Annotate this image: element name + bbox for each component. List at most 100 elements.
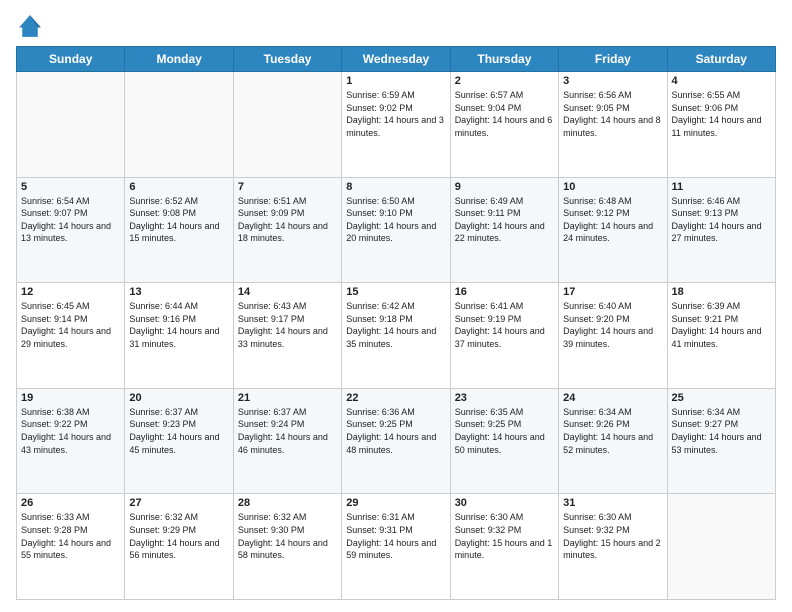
calendar-cell: 20 Sunrise: 6:37 AM Sunset: 9:23 PM Dayli…	[125, 388, 233, 494]
calendar-cell: 5Sunrise: 6:54 AM Sunset: 9:07 PM Daylig…	[17, 177, 125, 283]
calendar-week-5: 26Sunrise: 6:33 AM Sunset: 9:28 PM Dayli…	[17, 494, 776, 600]
cell-info: Sunrise: 6:55 AM Sunset: 9:06 PM Dayligh…	[672, 89, 771, 139]
calendar-week-3: 12 Sunrise: 6:45 AM Sunset: 9:14 PM Dayli…	[17, 283, 776, 389]
calendar-cell: 26Sunrise: 6:33 AM Sunset: 9:28 PM Dayli…	[17, 494, 125, 600]
cell-info: Sunrise: 6:34 AM Sunset: 9:26 PM Dayligh…	[563, 406, 662, 456]
calendar-cell	[667, 494, 775, 600]
calendar-cell: 7Sunrise: 6:51 AM Sunset: 9:09 PM Daylig…	[233, 177, 341, 283]
day-number: 6	[129, 181, 228, 193]
weekday-wednesday: Wednesday	[342, 47, 450, 72]
calendar-week-2: 5Sunrise: 6:54 AM Sunset: 9:07 PM Daylig…	[17, 177, 776, 283]
day-number: 28	[238, 497, 337, 509]
cell-info: Sunrise: 6:52 AM Sunset: 9:08 PM Dayligh…	[129, 195, 228, 245]
calendar-cell: 24Sunrise: 6:34 AM Sunset: 9:26 PM Dayli…	[559, 388, 667, 494]
calendar-cell: 14 Sunrise: 6:43 AM Sunset: 9:17 PM Dayli…	[233, 283, 341, 389]
day-number: 22	[346, 392, 445, 404]
day-number: 17	[563, 286, 662, 298]
weekday-monday: Monday	[125, 47, 233, 72]
calendar-cell: 10 Sunrise: 6:48 AM Sunset: 9:12 PM Dayli…	[559, 177, 667, 283]
calendar-cell: 13 Sunrise: 6:44 AM Sunset: 9:16 PM Dayli…	[125, 283, 233, 389]
calendar-table: SundayMondayTuesdayWednesdayThursdayFrid…	[16, 46, 776, 600]
calendar-cell: 25 Sunrise: 6:34 AM Sunset: 9:27 PM Dayli…	[667, 388, 775, 494]
day-number: 5	[21, 181, 120, 193]
day-number: 12	[21, 286, 120, 298]
cell-info: Sunrise: 6:51 AM Sunset: 9:09 PM Dayligh…	[238, 195, 337, 245]
day-number: 9	[455, 181, 554, 193]
cell-info: Sunrise: 6:45 AM Sunset: 9:14 PM Dayligh…	[21, 300, 120, 350]
cell-info: Sunrise: 6:44 AM Sunset: 9:16 PM Dayligh…	[129, 300, 228, 350]
day-number: 16	[455, 286, 554, 298]
cell-info: Sunrise: 6:57 AM Sunset: 9:04 PM Dayligh…	[455, 89, 554, 139]
day-number: 13	[129, 286, 228, 298]
cell-info: Sunrise: 6:59 AM Sunset: 9:02 PM Dayligh…	[346, 89, 445, 139]
day-number: 1	[346, 75, 445, 87]
cell-info: Sunrise: 6:41 AM Sunset: 9:19 PM Dayligh…	[455, 300, 554, 350]
day-number: 27	[129, 497, 228, 509]
calendar-cell: 23 Sunrise: 6:35 AM Sunset: 9:25 PM Dayli…	[450, 388, 558, 494]
day-number: 29	[346, 497, 445, 509]
calendar-week-4: 19 Sunrise: 6:38 AM Sunset: 9:22 PM Dayli…	[17, 388, 776, 494]
day-number: 21	[238, 392, 337, 404]
cell-info: Sunrise: 6:31 AM Sunset: 9:31 PM Dayligh…	[346, 511, 445, 561]
day-number: 4	[672, 75, 771, 87]
calendar-cell: 31Sunrise: 6:30 AM Sunset: 9:32 PM Dayli…	[559, 494, 667, 600]
day-number: 18	[672, 286, 771, 298]
cell-info: Sunrise: 6:32 AM Sunset: 9:29 PM Dayligh…	[129, 511, 228, 561]
cell-info: Sunrise: 6:36 AM Sunset: 9:25 PM Dayligh…	[346, 406, 445, 456]
page: SundayMondayTuesdayWednesdayThursdayFrid…	[0, 0, 792, 612]
calendar-cell: 18Sunrise: 6:39 AM Sunset: 9:21 PM Dayli…	[667, 283, 775, 389]
cell-info: Sunrise: 6:56 AM Sunset: 9:05 PM Dayligh…	[563, 89, 662, 139]
day-number: 8	[346, 181, 445, 193]
cell-info: Sunrise: 6:48 AM Sunset: 9:12 PM Dayligh…	[563, 195, 662, 245]
day-number: 10	[563, 181, 662, 193]
calendar-cell: 29 Sunrise: 6:31 AM Sunset: 9:31 PM Dayli…	[342, 494, 450, 600]
cell-info: Sunrise: 6:49 AM Sunset: 9:11 PM Dayligh…	[455, 195, 554, 245]
calendar-cell: 28 Sunrise: 6:32 AM Sunset: 9:30 PM Dayli…	[233, 494, 341, 600]
cell-info: Sunrise: 6:30 AM Sunset: 9:32 PM Dayligh…	[455, 511, 554, 561]
calendar-cell: 17 Sunrise: 6:40 AM Sunset: 9:20 PM Dayli…	[559, 283, 667, 389]
day-number: 11	[672, 181, 771, 193]
header	[16, 12, 776, 40]
cell-info: Sunrise: 6:34 AM Sunset: 9:27 PM Dayligh…	[672, 406, 771, 456]
weekday-friday: Friday	[559, 47, 667, 72]
cell-info: Sunrise: 6:37 AM Sunset: 9:23 PM Dayligh…	[129, 406, 228, 456]
day-number: 15	[346, 286, 445, 298]
day-number: 25	[672, 392, 771, 404]
calendar-cell: 11 Sunrise: 6:46 AM Sunset: 9:13 PM Dayli…	[667, 177, 775, 283]
calendar-cell: 19 Sunrise: 6:38 AM Sunset: 9:22 PM Dayli…	[17, 388, 125, 494]
calendar-cell: 8 Sunrise: 6:50 AM Sunset: 9:10 PM Daylig…	[342, 177, 450, 283]
cell-info: Sunrise: 6:38 AM Sunset: 9:22 PM Dayligh…	[21, 406, 120, 456]
cell-info: Sunrise: 6:40 AM Sunset: 9:20 PM Dayligh…	[563, 300, 662, 350]
day-number: 19	[21, 392, 120, 404]
day-number: 3	[563, 75, 662, 87]
day-number: 30	[455, 497, 554, 509]
calendar-cell: 12 Sunrise: 6:45 AM Sunset: 9:14 PM Dayli…	[17, 283, 125, 389]
day-number: 14	[238, 286, 337, 298]
logo-icon	[16, 12, 44, 40]
day-number: 2	[455, 75, 554, 87]
cell-info: Sunrise: 6:30 AM Sunset: 9:32 PM Dayligh…	[563, 511, 662, 561]
weekday-header-row: SundayMondayTuesdayWednesdayThursdayFrid…	[17, 47, 776, 72]
weekday-thursday: Thursday	[450, 47, 558, 72]
calendar-cell: 4 Sunrise: 6:55 AM Sunset: 9:06 PM Daylig…	[667, 72, 775, 178]
cell-info: Sunrise: 6:43 AM Sunset: 9:17 PM Dayligh…	[238, 300, 337, 350]
logo	[16, 12, 48, 40]
weekday-tuesday: Tuesday	[233, 47, 341, 72]
day-number: 20	[129, 392, 228, 404]
day-number: 23	[455, 392, 554, 404]
calendar-cell	[233, 72, 341, 178]
calendar-cell: 30 Sunrise: 6:30 AM Sunset: 9:32 PM Dayli…	[450, 494, 558, 600]
cell-info: Sunrise: 6:32 AM Sunset: 9:30 PM Dayligh…	[238, 511, 337, 561]
weekday-saturday: Saturday	[667, 47, 775, 72]
calendar-cell: 16 Sunrise: 6:41 AM Sunset: 9:19 PM Dayli…	[450, 283, 558, 389]
calendar-week-1: 1 Sunrise: 6:59 AM Sunset: 9:02 PM Daylig…	[17, 72, 776, 178]
cell-info: Sunrise: 6:50 AM Sunset: 9:10 PM Dayligh…	[346, 195, 445, 245]
cell-info: Sunrise: 6:46 AM Sunset: 9:13 PM Dayligh…	[672, 195, 771, 245]
calendar-cell: 6 Sunrise: 6:52 AM Sunset: 9:08 PM Daylig…	[125, 177, 233, 283]
calendar-cell: 9 Sunrise: 6:49 AM Sunset: 9:11 PM Daylig…	[450, 177, 558, 283]
calendar-cell: 22 Sunrise: 6:36 AM Sunset: 9:25 PM Dayli…	[342, 388, 450, 494]
weekday-sunday: Sunday	[17, 47, 125, 72]
calendar-cell: 2 Sunrise: 6:57 AM Sunset: 9:04 PM Daylig…	[450, 72, 558, 178]
cell-info: Sunrise: 6:35 AM Sunset: 9:25 PM Dayligh…	[455, 406, 554, 456]
cell-info: Sunrise: 6:42 AM Sunset: 9:18 PM Dayligh…	[346, 300, 445, 350]
